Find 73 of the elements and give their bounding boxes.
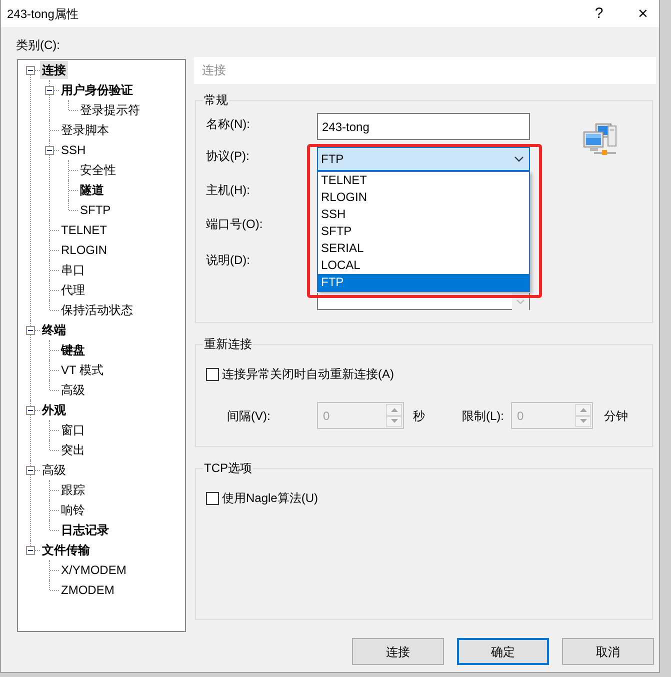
dropdown-option[interactable]: SERIAL — [318, 240, 529, 257]
group-title: TCP选项 — [203, 460, 253, 476]
checkbox-label[interactable]: 连接异常关闭时自动重新连接(A) — [222, 366, 394, 382]
tree-item[interactable]: TELNET — [59, 221, 110, 239]
dropdown-option[interactable]: FTP — [318, 274, 529, 291]
tree-item[interactable]: RLOGIN — [59, 241, 110, 259]
tree-item[interactable]: SSH — [59, 141, 88, 159]
tree-item[interactable]: 日志记录 — [59, 521, 111, 539]
arrow-up-icon — [390, 408, 398, 412]
group-title: 重新连接 — [203, 336, 253, 352]
tree-item[interactable]: 保持活动状态 — [59, 301, 135, 319]
protocol-dropdown[interactable]: FTP — [317, 147, 530, 171]
tree-item[interactable]: 突出 — [59, 441, 87, 459]
tree-item[interactable]: 连接 — [40, 61, 68, 79]
tree-item[interactable]: X/YMODEM — [59, 561, 128, 579]
tree-item[interactable]: 跟踪 — [59, 481, 87, 499]
tree-item[interactable]: VT 模式 — [59, 361, 106, 379]
tree-item[interactable]: 响铃 — [59, 501, 87, 519]
field-label: 名称(N): — [206, 116, 250, 132]
dropdown-option[interactable]: LOCAL — [318, 257, 529, 274]
unit-label: 秒 — [413, 408, 426, 424]
tree-item[interactable]: 串口 — [59, 261, 87, 279]
tree-item[interactable]: 窗口 — [59, 421, 87, 439]
dropdown-option[interactable]: SFTP — [318, 223, 529, 240]
checkbox-label[interactable]: 使用Nagle算法(U) — [222, 490, 318, 506]
collapse-icon[interactable] — [45, 86, 54, 95]
tree-item[interactable]: 隧道 — [78, 181, 106, 199]
dropdown-option[interactable]: SSH — [318, 206, 529, 223]
checkbox[interactable] — [206, 492, 219, 504]
arrow-down-icon — [580, 419, 586, 424]
field-label: 主机(H): — [206, 182, 250, 198]
dialog-button[interactable]: 连接 — [352, 638, 444, 665]
arrow-up-icon — [580, 408, 586, 412]
tree-item[interactable]: 登录提示符 — [78, 101, 142, 119]
field-label: 限制(L): — [462, 408, 505, 424]
dialog-button[interactable]: 取消 — [562, 638, 654, 665]
tree-item[interactable]: 外观 — [40, 401, 68, 419]
tree-item[interactable]: 代理 — [59, 281, 87, 299]
tree-item[interactable]: 高级 — [40, 461, 68, 479]
dialog-button[interactable]: 确定 — [457, 638, 549, 665]
network-computers-icon — [583, 123, 617, 157]
collapse-icon[interactable] — [26, 466, 35, 475]
tree-item[interactable]: 终端 — [40, 321, 68, 339]
collapse-icon[interactable] — [26, 66, 35, 75]
window-title: 243-tong属性 — [7, 6, 78, 22]
group-title: 常规 — [203, 92, 229, 108]
tree-item[interactable]: 键盘 — [59, 341, 87, 359]
tree-item[interactable]: 用户身份验证 — [59, 81, 135, 99]
help-button[interactable]: ? — [589, 2, 609, 24]
field-label: 协议(P): — [206, 148, 250, 164]
checkbox[interactable] — [206, 368, 219, 380]
tree-item[interactable]: 安全性 — [78, 161, 118, 179]
collapse-icon[interactable] — [45, 146, 54, 155]
field-label: 间隔(V): — [227, 408, 272, 424]
close-button[interactable]: × — [627, 2, 659, 24]
tree-item[interactable]: 登录脚本 — [59, 121, 111, 139]
tree-item[interactable]: 文件传输 — [40, 541, 92, 559]
arrow-down-icon — [390, 419, 398, 424]
category-label: 类别(C): — [16, 38, 60, 52]
field-label: 端口号(O): — [206, 216, 263, 232]
tree-item[interactable]: 高级 — [59, 381, 87, 399]
name-field[interactable]: 243-tong — [317, 113, 530, 140]
collapse-icon[interactable] — [26, 546, 35, 555]
tree-item[interactable]: SFTP — [78, 201, 113, 219]
collapse-icon[interactable] — [26, 326, 35, 335]
panel-header: 连接 — [194, 57, 656, 84]
dropdown-option[interactable]: TELNET — [318, 172, 529, 189]
chevron-down-icon — [514, 156, 524, 162]
unit-label: 分钟 — [604, 408, 628, 424]
tree-item[interactable]: ZMODEM — [59, 581, 116, 599]
collapse-icon[interactable] — [26, 406, 35, 415]
dropdown-option[interactable]: RLOGIN — [318, 189, 529, 206]
field-label: 说明(D): — [206, 252, 250, 268]
